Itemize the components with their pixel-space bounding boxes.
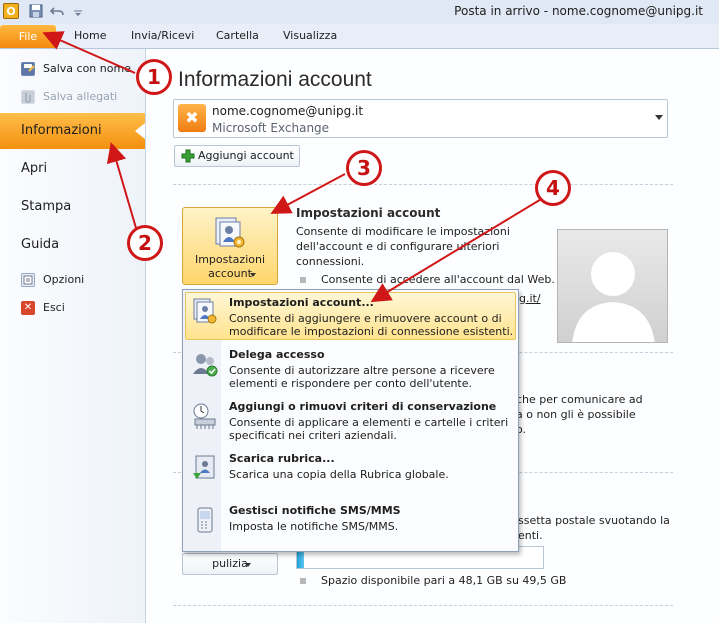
nav-options[interactable]: Opzioni bbox=[43, 272, 84, 288]
account-email: nome.cognome@unipg.it bbox=[212, 104, 364, 118]
nav-print[interactable]: Stampa bbox=[21, 198, 71, 216]
callout-2: 2 bbox=[127, 225, 163, 261]
options-icon bbox=[21, 273, 35, 287]
plus-icon bbox=[181, 149, 195, 163]
retention-policy-icon bbox=[191, 402, 219, 430]
account-settings-title: Impostazioni account bbox=[296, 206, 441, 220]
storage-free-text: Spazio disponibile pari a 48,1 GB su 49,… bbox=[321, 574, 567, 587]
undo-icon[interactable] bbox=[49, 4, 64, 18]
settings-desc-1: Consente di modificare le impostazioni bbox=[296, 225, 510, 238]
save-as-icon bbox=[21, 62, 35, 76]
chevron-down-icon bbox=[245, 563, 251, 567]
tab-view[interactable]: Visualizza bbox=[283, 28, 337, 44]
menu-item-desc: specificati nei criteri aziendali. bbox=[229, 429, 397, 442]
account-settings-label-2: account bbox=[208, 267, 252, 280]
cleanup-text-2: enti. bbox=[518, 529, 543, 542]
oof-text-2: a o non gli è possibile bbox=[516, 408, 636, 421]
chevron-down-icon bbox=[250, 273, 256, 277]
avatar[interactable] bbox=[557, 229, 668, 343]
chevron-down-icon[interactable] bbox=[655, 115, 663, 120]
menu-item-desc: Consente di applicare a elementi e carte… bbox=[229, 416, 509, 429]
download-address-book-icon bbox=[191, 453, 219, 481]
selected-arrow bbox=[135, 123, 145, 139]
exit-icon: ✕ bbox=[21, 301, 35, 315]
account-settings-label-1: Impostazioni bbox=[194, 253, 266, 266]
section-divider bbox=[173, 184, 673, 185]
account-type: Microsoft Exchange bbox=[212, 121, 330, 135]
delegate-access-icon bbox=[191, 350, 219, 378]
menu-item-title: Impostazioni account... bbox=[229, 296, 374, 309]
menu-item-desc: modificare le impostazioni di connession… bbox=[229, 325, 514, 338]
menu-item-desc: Consente di autorizzare altre persone a … bbox=[229, 364, 495, 377]
nav-exit[interactable]: Esci bbox=[43, 300, 65, 316]
bullet bbox=[300, 277, 306, 283]
save-as-item[interactable]: Salva con nome bbox=[43, 61, 131, 77]
add-account-label: Aggiungi account bbox=[198, 149, 294, 162]
menu-item-desc: Consente di aggiungere e rimuovere accou… bbox=[229, 312, 502, 325]
tab-folder[interactable]: Cartella bbox=[216, 28, 259, 44]
save-attachments-icon bbox=[21, 90, 35, 104]
section-divider bbox=[173, 605, 673, 606]
menu-item-title: Aggiungi o rimuovi criteri di conservazi… bbox=[229, 400, 497, 413]
sms-notifications-icon bbox=[191, 506, 219, 534]
ribbon-tab-bar bbox=[0, 24, 719, 49]
menu-item-title: Scarica rubrica... bbox=[229, 452, 335, 465]
save-icon[interactable] bbox=[29, 4, 43, 18]
nav-info[interactable]: Informazioni bbox=[21, 122, 102, 140]
oof-text-1: che per comunicare ad bbox=[516, 393, 643, 406]
exchange-icon: ✖ bbox=[178, 104, 206, 132]
cleanup-button-label: pulizia bbox=[212, 557, 248, 570]
web-access-text: Consente di accedere all'account dal Web… bbox=[321, 273, 555, 286]
menu-item-desc: Imposta le notifiche SMS/MMS. bbox=[229, 520, 399, 533]
account-settings-icon bbox=[191, 297, 219, 325]
nav-open[interactable]: Apri bbox=[21, 160, 47, 178]
callout-4: 4 bbox=[535, 170, 571, 206]
menu-item-desc: Scarica una copia della Rubrica globale. bbox=[229, 468, 449, 481]
outlook-icon[interactable]: O bbox=[3, 3, 19, 19]
tab-home[interactable]: Home bbox=[74, 28, 106, 44]
window-title: Posta in arrivo - nome.cognome@unipg.it bbox=[454, 4, 703, 18]
cleanup-text-1: ssetta postale svuotando la bbox=[518, 514, 670, 527]
save-attachments-item: Salva allegati bbox=[43, 90, 118, 103]
menu-item-desc: elementi e rispondere per conto dell'ute… bbox=[229, 377, 473, 390]
callout-1: 1 bbox=[136, 59, 172, 95]
account-settings-icon bbox=[212, 214, 248, 250]
customize-icon[interactable] bbox=[71, 4, 85, 18]
tab-file[interactable]: File bbox=[0, 25, 56, 48]
callout-3: 3 bbox=[346, 150, 382, 186]
tab-send-receive[interactable]: Invia/Ricevi bbox=[131, 28, 194, 44]
web-access-link[interactable]: g.it/ bbox=[519, 292, 541, 306]
nav-help[interactable]: Guida bbox=[21, 236, 59, 254]
menu-item-title: Gestisci notifiche SMS/MMS bbox=[229, 504, 401, 517]
settings-desc-3: connessioni. bbox=[296, 255, 365, 268]
bullet bbox=[300, 578, 306, 584]
settings-desc-2: dell'account e di configurare ulteriori bbox=[296, 240, 500, 253]
menu-item-title: Delega accesso bbox=[229, 348, 325, 361]
page-title: Informazioni account bbox=[178, 68, 372, 91]
